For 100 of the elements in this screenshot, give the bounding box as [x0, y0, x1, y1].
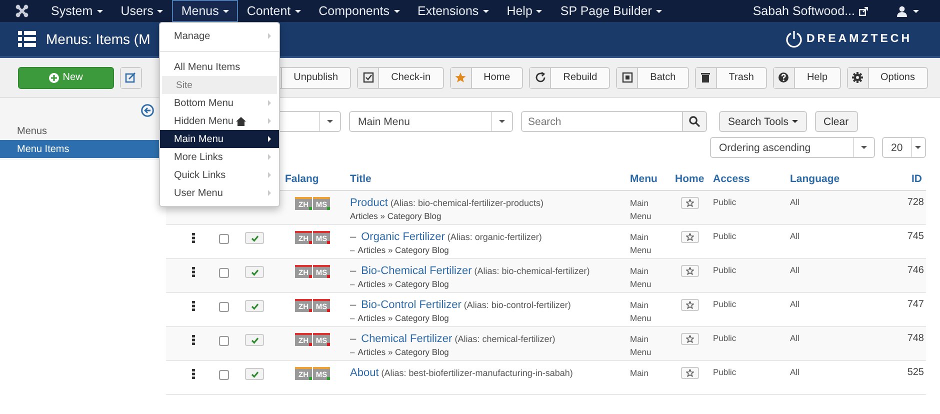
status-toggle[interactable]	[245, 368, 264, 380]
indent-dash: –	[350, 265, 356, 277]
search-field[interactable]: Search	[521, 111, 683, 132]
trash-icon	[700, 72, 712, 83]
language-text: All	[790, 265, 800, 275]
item-title-link[interactable]: Chemical Fertilizer	[361, 333, 452, 345]
search-tools-button[interactable]: Search Tools	[719, 111, 807, 132]
check-icon	[250, 234, 258, 242]
site-link[interactable]: Sabah Softwood...	[752, 4, 868, 18]
item-title-link[interactable]: Bio-Chemical Fertilizer	[361, 265, 472, 277]
nav-menu-item[interactable]: Extensions	[408, 0, 498, 22]
column-header[interactable]: Access	[713, 173, 750, 185]
column-header[interactable]: Title	[350, 173, 372, 185]
menu-select[interactable]: Main Menu	[349, 111, 513, 132]
nav-menu-item[interactable]: Components	[310, 0, 409, 22]
item-id: 748	[907, 333, 924, 344]
menu-name: Main	[630, 367, 650, 380]
drag-handle-icon	[192, 301, 195, 311]
status-toggle[interactable]	[245, 232, 264, 244]
check-icon	[250, 370, 258, 378]
column-header[interactable]: Home	[675, 173, 704, 185]
star-icon	[455, 72, 466, 83]
dropdown-item[interactable]: Bottom Menu	[160, 94, 279, 112]
item-title-link[interactable]: About	[350, 367, 379, 379]
new-button[interactable]: New	[18, 66, 114, 88]
alias-text: (Alias: bio-chemical-fertilizer-products)	[390, 198, 544, 208]
star-icon	[686, 199, 694, 207]
gear-icon	[852, 72, 864, 83]
search-button[interactable]	[683, 111, 707, 132]
sidebar-item[interactable]: Menu Items	[0, 140, 160, 158]
sidebar-item[interactable]: Menus	[0, 122, 160, 140]
check-in-button[interactable]: Check-in	[357, 66, 444, 88]
column-header[interactable]: Falang	[285, 173, 319, 185]
home-toggle[interactable]	[681, 231, 699, 243]
status-toggle[interactable]	[245, 334, 264, 346]
external-link-icon	[859, 6, 868, 16]
status-toggle[interactable]	[245, 300, 264, 312]
item-type: Articles » Category Blog	[358, 313, 449, 323]
row-checkbox[interactable]	[219, 370, 229, 380]
dropdown-item[interactable]: Main Menu	[160, 130, 279, 148]
home-toggle[interactable]	[681, 197, 699, 209]
indent-dash: –	[350, 347, 355, 357]
home-toggle[interactable]	[681, 367, 699, 379]
dropdown-item[interactable]: More Links	[160, 148, 279, 166]
alias-text: (Alias: bio-control-fertilizer)	[464, 300, 571, 310]
star-icon	[686, 369, 694, 377]
check-icon	[250, 268, 258, 276]
column-header[interactable]: Language	[790, 173, 840, 185]
status-toggle[interactable]	[245, 266, 264, 278]
language-text: All	[790, 367, 800, 377]
nav-menu-item[interactable]: System	[42, 0, 112, 22]
indent-dash: –	[350, 245, 355, 255]
home-toggle[interactable]	[681, 265, 699, 277]
ordering-select[interactable]: Ordering ascending	[710, 137, 875, 158]
column-header[interactable]: ID	[912, 173, 922, 185]
help-icon	[778, 72, 790, 83]
batch-button[interactable]: Batch	[616, 66, 689, 88]
row-checkbox[interactable]	[219, 234, 229, 244]
alias-text: (Alias: best-biofertilizer-manufacturing-in-sabah)	[381, 368, 573, 378]
home-toggle[interactable]	[681, 299, 699, 311]
language-text: All	[790, 231, 800, 241]
clear-button[interactable]: Clear	[814, 111, 858, 132]
menu-name: Main Menu	[630, 333, 652, 359]
access-level: Public	[713, 299, 736, 309]
star-icon	[686, 301, 694, 309]
dropdown-item[interactable]: Manage	[160, 27, 279, 45]
dropdown-item[interactable]: User Menu	[160, 184, 279, 202]
trash-button[interactable]: Trash	[694, 66, 767, 88]
item-type: Articles » Category Blog	[350, 211, 442, 221]
item-id: 728	[907, 197, 924, 208]
dropdown-item[interactable]: Quick Links	[160, 166, 279, 184]
nav-menu-item[interactable]: SP Page Builder	[551, 0, 671, 22]
menu-name: Main Menu	[630, 231, 652, 257]
nav-menu-item[interactable]: Users	[112, 0, 172, 22]
logo-text: DREAMZTECH	[806, 33, 912, 45]
item-title-link[interactable]: Product	[350, 197, 388, 209]
column-header[interactable]: Menu	[630, 173, 658, 185]
row-checkbox[interactable]	[219, 302, 229, 312]
plus-circle-icon	[48, 72, 59, 82]
indent-dash: –	[350, 299, 356, 311]
limit-select[interactable]: 20	[882, 137, 926, 158]
language-text: All	[790, 197, 800, 207]
row-checkbox[interactable]	[219, 336, 229, 346]
indent-dash: –	[350, 279, 355, 289]
row-checkbox[interactable]	[219, 268, 229, 278]
item-title-link[interactable]: Organic Fertilizer	[361, 231, 445, 243]
menu-name: Main Menu	[630, 265, 652, 291]
edit-button[interactable]	[120, 66, 142, 88]
nav-menu-item[interactable]: Help	[498, 0, 552, 22]
drag-handle-icon	[192, 335, 195, 345]
help-button[interactable]: Help	[772, 66, 841, 88]
nav-menu-item[interactable]: Menus	[172, 0, 238, 22]
dropdown-item[interactable]: Hidden Menu	[160, 112, 279, 130]
home-toggle[interactable]	[681, 333, 699, 345]
access-level: Public	[713, 265, 736, 275]
options-button[interactable]: Options	[846, 66, 928, 88]
item-title-link[interactable]: Bio-Control Fertilizer	[361, 299, 462, 311]
home-button[interactable]: Home	[450, 66, 524, 88]
nav-menu-item[interactable]: Content	[238, 0, 310, 22]
rebuild-button[interactable]: Rebuild	[529, 66, 610, 88]
